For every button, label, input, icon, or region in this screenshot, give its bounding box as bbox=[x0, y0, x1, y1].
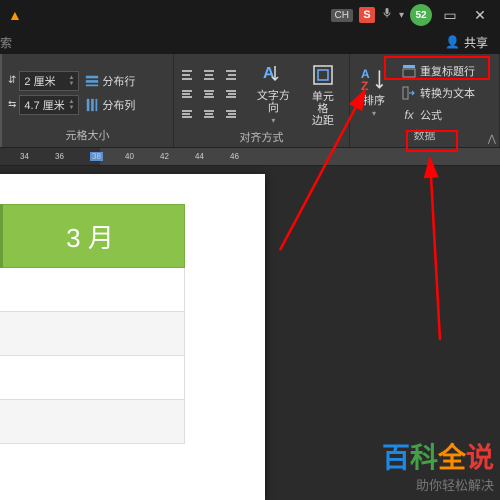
height-icon: ⇵ bbox=[8, 75, 16, 86]
table-row[interactable] bbox=[0, 312, 185, 356]
ime-logo-icon[interactable]: S bbox=[359, 7, 375, 23]
formula-icon: fx bbox=[402, 108, 416, 122]
sort-icon: AZ bbox=[360, 65, 388, 93]
distribute-rows-button[interactable]: 分布行 bbox=[85, 71, 135, 91]
share-button[interactable]: 共享 bbox=[464, 34, 488, 51]
sort-label: 排序 bbox=[363, 95, 385, 107]
watermark-title: 百科全说 bbox=[382, 443, 494, 473]
wm-char-1: 百 bbox=[382, 442, 410, 473]
share-row: 索 👤 共享 bbox=[0, 30, 500, 54]
height-input[interactable]: 2 厘米 ▲▼ bbox=[19, 71, 79, 91]
mic-icon[interactable] bbox=[381, 6, 393, 24]
row-height: ⇵ 2 厘米 ▲▼ bbox=[8, 71, 79, 91]
width-input[interactable]: 4.7 厘米 ▲▼ bbox=[19, 95, 79, 115]
document-page[interactable]: 3 月 bbox=[0, 174, 265, 500]
distribute-rows-icon bbox=[85, 74, 99, 88]
convert-to-text-label: 转换为文本 bbox=[420, 85, 475, 101]
cell-margins-l2: 边距 bbox=[312, 115, 334, 127]
height-spinner[interactable]: ▲▼ bbox=[68, 75, 74, 87]
table-row[interactable] bbox=[0, 356, 185, 400]
align-tr[interactable] bbox=[220, 68, 238, 84]
wm-char-2: 科 bbox=[410, 442, 438, 473]
align-mr[interactable] bbox=[220, 86, 238, 102]
ribbon: ⇵ 2 厘米 ▲▼ ⇆ 4.7 厘米 ▲▼ 分布行 bbox=[0, 54, 500, 148]
mic-dropdown-icon[interactable]: ▾ bbox=[399, 10, 404, 21]
ruler-34: 34 bbox=[20, 152, 29, 161]
ruler-36: 36 bbox=[55, 152, 64, 161]
restore-button[interactable]: ▭ bbox=[438, 3, 462, 27]
ruler-40: 40 bbox=[125, 152, 134, 161]
ruler-46: 46 bbox=[230, 152, 239, 161]
svg-text:Z: Z bbox=[361, 79, 368, 92]
align-grid bbox=[180, 68, 238, 120]
text-direction-label: 文字方向 bbox=[257, 90, 290, 114]
convert-to-text-icon bbox=[402, 86, 416, 100]
row-width: ⇆ 4.7 厘米 ▲▼ bbox=[8, 95, 79, 115]
table-view: 3 月 bbox=[0, 204, 185, 444]
width-icon: ⇆ bbox=[8, 99, 16, 110]
distribute-cols-button[interactable]: 分布列 bbox=[85, 95, 135, 115]
wm-char-4: 说 bbox=[466, 442, 494, 473]
search-partial: 索 bbox=[0, 34, 12, 51]
align-tc[interactable] bbox=[200, 68, 218, 84]
align-bc[interactable] bbox=[200, 104, 218, 120]
text-direction-caret-icon: ▾ bbox=[271, 116, 275, 125]
share-icon: 👤 bbox=[445, 35, 460, 49]
titlebar-left: ▲ bbox=[8, 7, 325, 23]
group-alignment-label: 对齐方式 bbox=[180, 129, 343, 147]
user-badge[interactable]: 52 bbox=[410, 4, 432, 26]
watermark: 百科全说 助你轻松解决 bbox=[382, 443, 494, 494]
repeat-header-button[interactable]: 重复标题行 bbox=[398, 61, 479, 81]
ruler-44: 44 bbox=[195, 152, 204, 161]
formula-button[interactable]: fx 公式 bbox=[398, 105, 479, 125]
table-row[interactable] bbox=[0, 400, 185, 444]
align-ml[interactable] bbox=[180, 86, 198, 102]
repeat-header-label: 重复标题行 bbox=[420, 63, 475, 79]
cell-margins-l1: 单元格 bbox=[312, 91, 334, 115]
align-br[interactable] bbox=[220, 104, 238, 120]
titlebar: ▲ CH S ▾ 52 ▭ ✕ bbox=[0, 0, 500, 30]
group-cell-size: ⇵ 2 厘米 ▲▼ ⇆ 4.7 厘米 ▲▼ 分布行 bbox=[2, 54, 174, 147]
width-value: 4.7 厘米 bbox=[24, 97, 64, 113]
repeat-header-icon bbox=[402, 64, 416, 78]
align-bl[interactable] bbox=[180, 104, 198, 120]
wm-char-3: 全 bbox=[438, 442, 466, 473]
group-cell-size-label: 元格大小 bbox=[8, 127, 167, 145]
month-label: 3 月 bbox=[66, 218, 114, 255]
ruler-38: 38 bbox=[90, 152, 103, 161]
text-direction-button[interactable]: A 文字方向 ▾ bbox=[248, 58, 299, 129]
cell-margins-icon bbox=[309, 61, 337, 89]
width-spinner[interactable]: ▲▼ bbox=[68, 99, 74, 111]
ruler-42: 42 bbox=[160, 152, 169, 161]
distribute-rows-label: 分布行 bbox=[102, 73, 135, 89]
warning-icon: ▲ bbox=[8, 7, 22, 23]
ime-lang-badge[interactable]: CH bbox=[331, 9, 353, 22]
table-row[interactable] bbox=[0, 268, 185, 312]
ruler[interactable]: 34 36 38 40 42 44 46 bbox=[0, 148, 500, 166]
text-direction-icon: A bbox=[259, 60, 287, 88]
align-mc[interactable] bbox=[200, 86, 218, 102]
distribute-cols-icon bbox=[85, 98, 99, 112]
svg-text:A: A bbox=[263, 65, 275, 82]
distribute-cols-label: 分布列 bbox=[102, 97, 135, 113]
group-data-label: 数据 bbox=[356, 127, 493, 145]
month-header[interactable]: 3 月 bbox=[0, 204, 185, 268]
sort-caret-icon: ▾ bbox=[372, 109, 376, 118]
cell-margins-button[interactable]: 单元格边距 bbox=[303, 59, 343, 129]
align-tl[interactable] bbox=[180, 68, 198, 84]
group-alignment: A 文字方向 ▾ 单元格边距 对齐方式 bbox=[174, 54, 350, 147]
collapse-ribbon-icon[interactable]: ⋀ bbox=[488, 134, 496, 145]
sort-button[interactable]: AZ 排序 ▾ bbox=[356, 63, 392, 122]
convert-to-text-button[interactable]: 转换为文本 bbox=[398, 83, 479, 103]
close-button[interactable]: ✕ bbox=[468, 3, 492, 27]
watermark-subtitle: 助你轻松解决 bbox=[382, 475, 494, 494]
formula-label: 公式 bbox=[420, 107, 442, 123]
group-data: AZ 排序 ▾ 重复标题行 转换为文本 fx 公式 数据 bbox=[350, 54, 500, 147]
height-value: 2 厘米 bbox=[24, 73, 55, 89]
